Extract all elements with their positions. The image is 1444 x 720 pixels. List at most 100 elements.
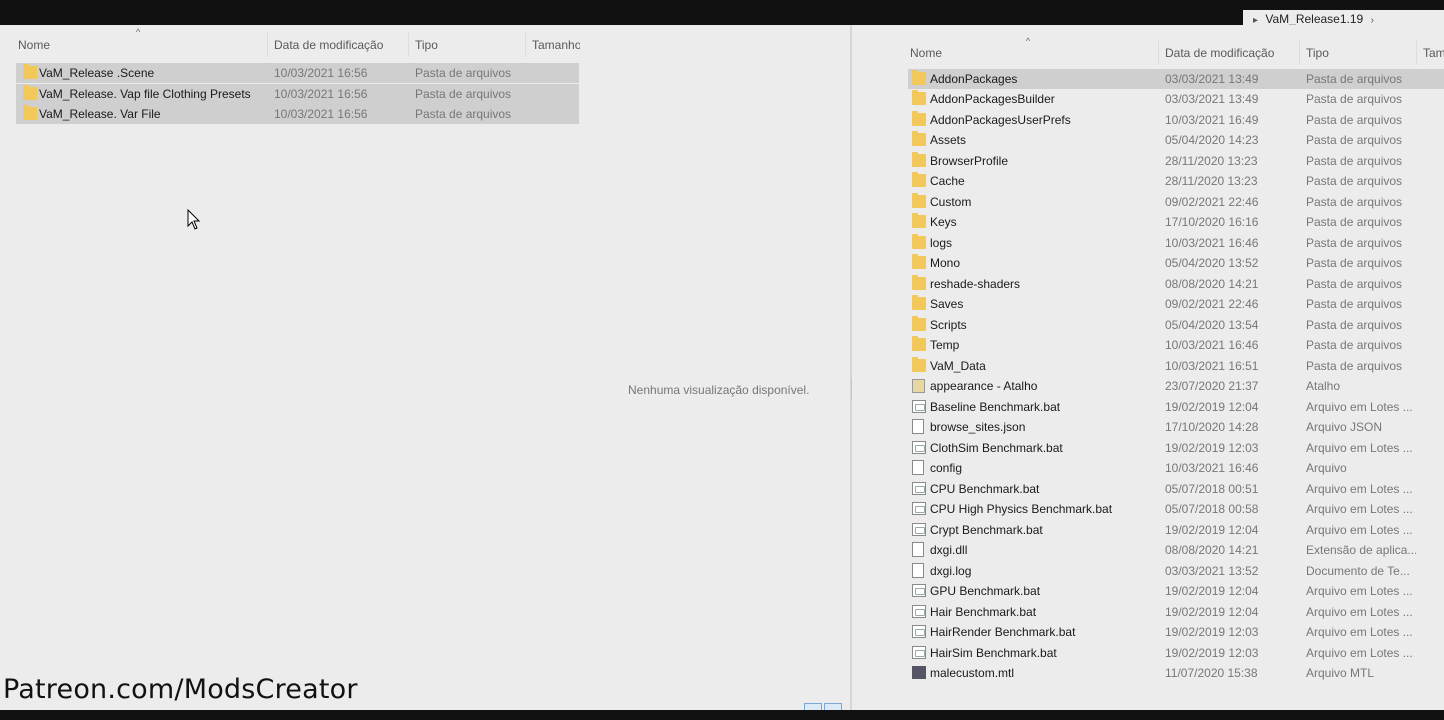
column-header-name[interactable]: Nome [910,41,942,65]
file-name: HairSim Benchmark.bat [930,645,1057,660]
modified-date: 19/02/2019 12:04 [1165,584,1259,598]
file-type: Pasta de arquivos [1306,174,1403,188]
list-item[interactable]: HairRender Benchmark.bat 19/02/2019 12:03… [908,622,1444,642]
modified-date: 09/02/2021 22:46 [1165,297,1259,311]
file-name: config [930,461,963,475]
list-item[interactable]: appearance - Atalho 23/07/2020 21:37 Atalh… [908,376,1444,396]
modified-date: 17/10/2020 14:28 [1165,420,1259,434]
column-header-date[interactable]: Data de modificação [274,33,383,57]
list-item[interactable]: logs 10/03/2021 16:46 Pasta de arquivos [908,233,1444,253]
list-item[interactable]: Scripts 05/04/2020 13:54 Pasta de arquivos [908,315,1444,335]
list-item[interactable]: VaM_Release. Vap file Clothing Presets 10… [16,83,579,104]
column-header-size[interactable]: Tamanho [532,33,580,57]
file-name: Saves [930,297,964,311]
file-name: Cache [930,174,965,188]
list-item[interactable]: browse_sites.json 17/10/2020 14:28 Arquivo… [908,417,1444,437]
column-header-name[interactable]: Nome [18,33,50,57]
folder-icon [23,64,37,79]
file-type: Arquivo em Lotes ... [1306,645,1413,660]
list-item[interactable]: BrowserProfile 28/11/2020 13:23 Pasta de a… [908,151,1444,171]
modified-date: 05/07/2018 00:58 [1165,502,1259,516]
column-header-size[interactable]: Tama [1423,41,1444,65]
file-type: Pasta de arquivos [415,86,512,101]
list-item[interactable]: dxgi.dll 08/08/2020 14:21 Extensão de apli… [908,540,1444,560]
file-name: ClothSim Benchmark.bat [930,440,1063,455]
file-type: Arquivo em Lotes ... [1306,481,1413,496]
list-item[interactable]: CPU Benchmark.bat 05/07/2018 00:51 Arquivo… [908,479,1444,499]
folder-icon [912,315,926,331]
list-item[interactable]: VaM_Release .Scene 10/03/2021 16:56 Pasta … [16,63,579,83]
file-name: GPU Benchmark.bat [930,584,1041,598]
document-icon [912,419,924,434]
file-name: VaM_Data [930,358,986,373]
modified-date: 05/04/2020 13:52 [1165,256,1259,270]
column-divider[interactable] [1416,41,1417,65]
modified-date: 10/03/2021 16:46 [1165,461,1259,475]
modified-date: 23/07/2020 21:37 [1165,379,1259,393]
file-type: Pasta de arquivos [415,66,512,80]
file-type: Atalho [1306,379,1341,393]
column-header-type[interactable]: Tipo [1306,41,1329,65]
file-type: Pasta de arquivos [415,107,512,121]
bottom-bar [0,710,1444,720]
list-item[interactable]: AddonPackages 03/03/2021 13:49 Pasta de ar… [908,68,1444,89]
column-divider[interactable] [1299,41,1300,65]
column-header-date[interactable]: Data de modificação [1165,41,1274,65]
list-item[interactable]: Assets 05/04/2020 14:23 Pasta de arquivos [908,130,1444,150]
list-item[interactable]: VaM_Release. Var File 10/03/2021 16:56 Pas… [16,104,579,124]
list-item[interactable]: VaM_Data 10/03/2021 16:51 Pasta de arquivo… [908,356,1444,376]
folder-icon [912,69,926,85]
column-divider[interactable] [1158,41,1159,65]
list-item[interactable]: HairSim Benchmark.bat 19/02/2019 12:03 Arq… [908,643,1444,663]
list-item[interactable]: Crypt Benchmark.bat 19/02/2019 12:04 Arqui… [908,520,1444,540]
folder-icon [912,172,926,187]
file-type: Arquivo em Lotes ... [1306,522,1413,537]
list-item[interactable]: Custom 09/02/2021 22:46 Pasta de arquivos [908,192,1444,212]
file-name: Keys [930,215,957,229]
file-type: Arquivo em Lotes ... [1306,604,1413,619]
file-type: Pasta de arquivos [1306,194,1403,209]
file-name: dxgi.log [930,563,972,578]
breadcrumb-folder[interactable]: VaM_Release1.19 [1265,12,1363,26]
folder-icon [912,90,926,105]
list-item[interactable]: CPU High Physics Benchmark.bat 05/07/2018… [908,499,1444,519]
list-item[interactable]: dxgi.log 03/03/2021 13:52 Documento de Te.… [908,561,1444,581]
list-item[interactable]: ClothSim Benchmark.bat 19/02/2019 12:03 Ar… [908,438,1444,458]
file-name: AddonPackagesUserPrefs [930,112,1071,127]
column-divider[interactable] [525,33,526,57]
file-name: VaM_Release. Var File [39,107,161,121]
sort-up-icon: ^ [136,27,141,37]
column-header-type[interactable]: Tipo [415,33,438,57]
batch-file-icon [912,502,926,515]
file-type: Pasta de arquivos [1306,133,1403,147]
file-type: Arquivo MTL [1306,666,1375,680]
list-item[interactable]: Temp 10/03/2021 16:46 Pasta de arquivos [908,335,1444,355]
file-name: Custom [930,194,972,209]
view-toggle[interactable] [804,700,844,711]
file-name: HairRender Benchmark.bat [930,625,1076,639]
modified-date: 19/02/2019 12:04 [1165,522,1259,537]
file-type: Arquivo [1306,461,1347,475]
list-item[interactable]: Cache 28/11/2020 13:23 Pasta de arquivos [908,171,1444,191]
modified-date: 19/02/2019 12:04 [1165,399,1259,414]
list-item[interactable]: Baseline Benchmark.bat 19/02/2019 12:04 Ar… [908,397,1444,417]
dll-file-icon [912,542,924,557]
column-divider[interactable] [267,33,268,57]
folder-icon [912,110,926,126]
list-item[interactable]: AddonPackagesBuilder 03/03/2021 13:49 Past… [908,89,1444,109]
list-item[interactable]: AddonPackagesUserPrefs 10/03/2021 16:49 Pa… [908,110,1444,130]
column-divider[interactable] [408,33,409,57]
list-item[interactable]: reshade-shaders 08/08/2020 14:21 Pasta de … [908,274,1444,294]
list-item[interactable]: GPU Benchmark.bat 19/02/2019 12:04 Arquivo… [908,581,1444,601]
list-item[interactable]: malecustom.mtl 11/07/2020 15:38 Arquivo MT… [908,663,1444,683]
file-name: VaM_Release. Vap file Clothing Presets [39,86,251,101]
modified-date: 19/02/2019 12:04 [1165,604,1259,619]
file-type: Pasta de arquivos [1306,256,1403,270]
modified-date: 08/08/2020 14:21 [1165,276,1259,291]
preview-message: Nenhuma visualização disponível. [628,383,810,397]
list-item[interactable]: config 10/03/2021 16:46 Arquivo [908,458,1444,478]
list-item[interactable]: Mono 05/04/2020 13:52 Pasta de arquivos [908,253,1444,273]
list-item[interactable]: Keys 17/10/2020 16:16 Pasta de arquivos [908,212,1444,232]
list-item[interactable]: Hair Benchmark.bat 19/02/2019 12:04 Arquiv… [908,602,1444,622]
list-item[interactable]: Saves 09/02/2021 22:46 Pasta de arquivos [908,294,1444,314]
